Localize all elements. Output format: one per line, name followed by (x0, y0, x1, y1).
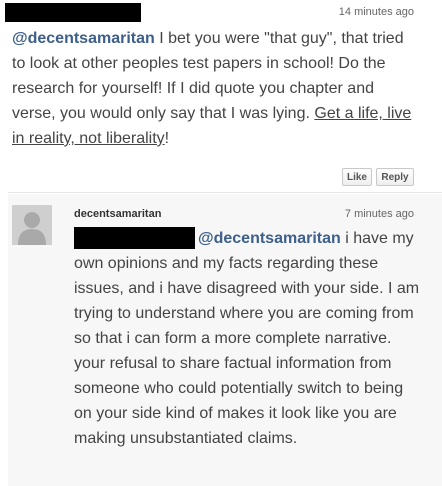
comment-timestamp[interactable]: 14 minutes ago (339, 6, 414, 18)
reply-body-text: i have my own opinions and my facts rega… (74, 230, 420, 447)
redacted-username (5, 3, 141, 22)
user-silhouette-icon (12, 205, 52, 245)
comment-divider (8, 192, 442, 193)
reply-timestamp[interactable]: 7 minutes ago (345, 208, 414, 220)
comment-body: @decentsamaritan I bet you were "that gu… (12, 26, 412, 151)
reply-username[interactable]: decentsamaritan (74, 208, 161, 220)
reply-button[interactable]: Reply (376, 168, 414, 186)
user-mention-link[interactable]: @decentsamaritan (12, 30, 155, 47)
reply-mention-link[interactable]: @decentsamaritan (198, 230, 341, 247)
like-button[interactable]: Like (342, 168, 372, 186)
comment-body-end: ! (164, 130, 170, 147)
reply-body: @decentsamaritan i have my own opinions … (74, 226, 422, 451)
avatar[interactable] (12, 205, 52, 245)
